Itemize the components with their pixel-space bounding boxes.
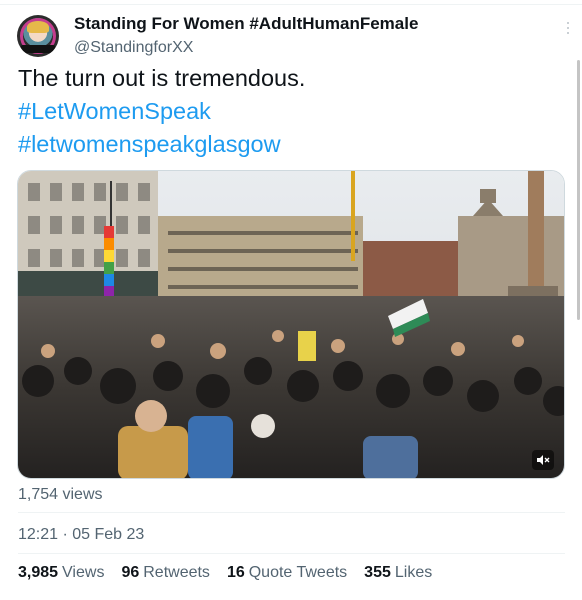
divider: [18, 512, 565, 513]
stat-number: 355: [364, 564, 391, 581]
more-options-icon[interactable]: [562, 20, 574, 36]
stat-number: 3,985: [18, 564, 59, 581]
tweet-text-line: The turn out is tremendous.: [18, 65, 306, 91]
stat-label: Quote Tweets: [248, 564, 348, 581]
author-display-name[interactable]: Standing For Women #AdultHumanFemale: [74, 14, 418, 34]
stat-label: Retweets: [143, 564, 210, 581]
stat-label: Likes: [394, 564, 433, 581]
author-handle[interactable]: @StandingforXX: [74, 39, 193, 57]
stat-number: 16: [226, 564, 245, 581]
speaker-muted-icon: [537, 455, 550, 465]
video-views-count: 1,754 views: [18, 486, 103, 503]
avatar-hair: [27, 21, 49, 33]
tweet-text: The turn out is tremendous. #LetWomenSpe…: [18, 62, 305, 161]
top-divider: [0, 4, 582, 5]
tweet-timestamp[interactable]: 12:21 · 05 Feb 23: [18, 526, 144, 544]
scrollbar[interactable]: [577, 60, 580, 320]
mute-toggle-button[interactable]: [532, 450, 554, 470]
stat-number: 96: [121, 564, 140, 581]
hashtag-link-letwomenspeak[interactable]: #LetWomenSpeak: [18, 95, 305, 128]
stat-label: Views: [62, 564, 105, 581]
stat-retweets[interactable]: 96 Retweets: [121, 564, 210, 582]
stat-likes[interactable]: 355 Likes: [364, 564, 432, 582]
hashtag-link-letwomenspeakglasgow[interactable]: #letwomenspeakglasgow: [18, 128, 305, 161]
tweet-video[interactable]: [17, 170, 565, 479]
crowd-scene-image: [18, 171, 564, 478]
author-avatar[interactable]: [17, 15, 59, 57]
engagement-stats: 3,985 Views 96 Retweets 16 Quote Tweets 355…: [18, 564, 432, 582]
stat-views[interactable]: 3,985 Views: [18, 564, 104, 582]
stat-quote-tweets[interactable]: 16 Quote Tweets: [227, 564, 347, 582]
divider: [18, 553, 565, 554]
avatar-caption-bar: [21, 45, 55, 53]
